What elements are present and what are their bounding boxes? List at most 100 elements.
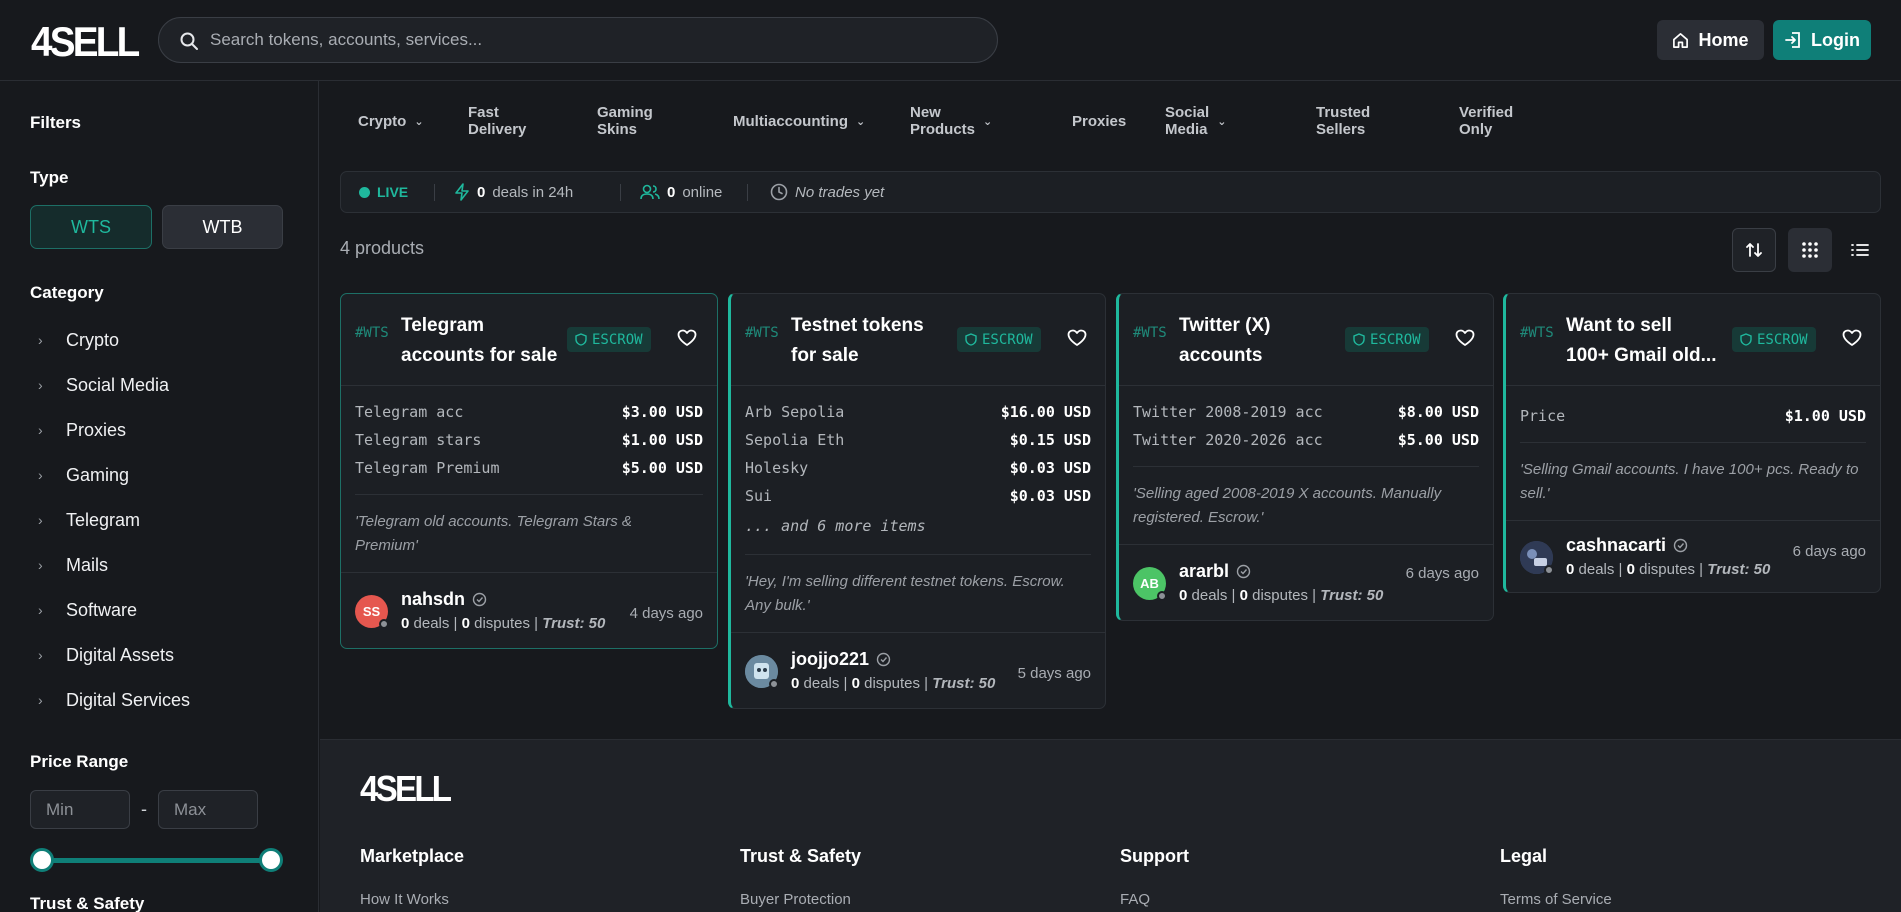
post-time: 6 days ago bbox=[1792, 543, 1866, 560]
card-title[interactable]: Want to sell 100+ Gmail old... bbox=[1566, 311, 1726, 371]
tab-label: Fast Delivery bbox=[468, 104, 527, 138]
search-bar[interactable] bbox=[158, 17, 998, 63]
divider bbox=[620, 184, 621, 201]
seller-name[interactable]: joojjo221 bbox=[791, 649, 891, 670]
tab-proxies[interactable]: Proxies bbox=[1072, 101, 1126, 141]
disputes-count: 0 bbox=[1239, 587, 1248, 604]
description-line: 'Telegram old accounts. Telegram Stars & bbox=[355, 513, 632, 530]
card-description: 'Selling aged 2008-2019 X accounts. Manu… bbox=[1133, 466, 1479, 530]
product-card[interactable]: #WTS Testnet tokens for sale ESCROW Arb S… bbox=[728, 293, 1106, 709]
item-row: Telegram acc $3.00 USD bbox=[355, 398, 703, 426]
price-max-input[interactable]: Max bbox=[158, 790, 258, 829]
card-description: 'Telegram old accounts. Telegram Stars &… bbox=[355, 494, 703, 558]
heart-icon[interactable] bbox=[677, 329, 697, 347]
more-items-link[interactable]: ... and 6 more items bbox=[745, 510, 1091, 542]
post-time: 4 days ago bbox=[629, 605, 703, 622]
product-card[interactable]: #WTS Telegram accounts for sale ESCROW Te… bbox=[340, 293, 718, 649]
filters-title: Filters bbox=[30, 113, 82, 132]
footer-link-how-it-works[interactable]: How It Works bbox=[360, 891, 449, 908]
tab-label: Proxies bbox=[1072, 112, 1127, 130]
tab-trusted-sellers[interactable]: Trusted Sellers bbox=[1316, 101, 1370, 141]
tab-crypto[interactable]: Crypto ⌄ bbox=[358, 101, 424, 141]
price-slider-track[interactable] bbox=[42, 858, 272, 863]
footer-link-buyer-protection[interactable]: Buyer Protection bbox=[740, 891, 851, 908]
list-view-button[interactable] bbox=[1838, 228, 1882, 272]
category-item-proxies[interactable]: › Proxies bbox=[38, 415, 126, 445]
avatar-initials: SS bbox=[362, 604, 381, 619]
chevron-down-icon: ⌄ bbox=[856, 115, 866, 128]
card-title[interactable]: Telegram accounts for sale bbox=[401, 311, 561, 371]
tab-label: New Products bbox=[910, 104, 976, 138]
item-price: $1.00 USD bbox=[1784, 407, 1866, 425]
seller-name[interactable]: nahsdn bbox=[401, 589, 487, 610]
avatar[interactable] bbox=[1520, 541, 1554, 575]
category-item-software[interactable]: › Software bbox=[38, 595, 137, 625]
item-name: Price bbox=[1520, 407, 1566, 425]
category-item-mails[interactable]: › Mails bbox=[38, 550, 108, 580]
trust-safety-title: Trust & Safety bbox=[30, 894, 145, 912]
card-title-line: Twitter (X) bbox=[1179, 315, 1271, 336]
category-label: Crypto bbox=[66, 329, 120, 350]
category-item-gaming[interactable]: › Gaming bbox=[38, 460, 129, 490]
avatar[interactable] bbox=[745, 655, 779, 689]
status-dot-icon bbox=[769, 679, 779, 689]
category-item-crypto[interactable]: › Crypto bbox=[38, 325, 119, 355]
card-title[interactable]: Twitter (X) accounts bbox=[1179, 311, 1339, 371]
heart-icon[interactable] bbox=[1842, 329, 1862, 347]
type-wts-button[interactable]: WTS bbox=[30, 205, 152, 249]
tab-fast-delivery[interactable]: Fast Delivery bbox=[468, 101, 526, 141]
tab-gaming-skins[interactable]: Gaming Skins bbox=[597, 101, 653, 141]
tab-new-products[interactable]: New Products ⌄ bbox=[910, 101, 992, 141]
heart-icon[interactable] bbox=[1067, 329, 1087, 347]
card-items: Arb Sepolia $16.00 USD Sepolia Eth $0.15 U… bbox=[731, 386, 1105, 542]
category-item-telegram[interactable]: › Telegram bbox=[38, 505, 140, 535]
type-wtb-button[interactable]: WTB bbox=[162, 205, 283, 249]
online-count: 0 bbox=[667, 183, 676, 201]
card-tag: #WTS bbox=[1133, 325, 1167, 341]
grid-view-button[interactable] bbox=[1788, 228, 1832, 272]
clock-icon bbox=[770, 183, 788, 201]
category-item-social-media[interactable]: › Social Media bbox=[38, 370, 169, 400]
tab-label: Social Media bbox=[1165, 104, 1210, 138]
heart-icon[interactable] bbox=[1455, 329, 1475, 347]
login-button[interactable]: Login bbox=[1773, 20, 1871, 60]
trust-score: Trust: 50 bbox=[932, 675, 996, 692]
seller-name[interactable]: ararbl bbox=[1179, 561, 1251, 582]
sort-button[interactable] bbox=[1732, 228, 1776, 272]
category-item-digital-services[interactable]: › Digital Services bbox=[38, 685, 190, 715]
footer-logo[interactable]: 4SELL bbox=[360, 768, 452, 810]
post-time: 6 days ago bbox=[1405, 565, 1479, 582]
tab-verified-only[interactable]: Verified Only bbox=[1459, 101, 1513, 141]
chevron-right-icon: › bbox=[38, 332, 43, 348]
product-card[interactable]: #WTS Twitter (X) accounts ESCROW Twitter … bbox=[1116, 293, 1494, 621]
search-input[interactable] bbox=[210, 18, 970, 62]
card-title[interactable]: Testnet tokens for sale bbox=[791, 311, 951, 371]
description-line: Premium' bbox=[355, 537, 418, 554]
tab-multiaccounting[interactable]: Multiaccounting ⌄ bbox=[733, 101, 865, 141]
verified-check-icon bbox=[1236, 564, 1251, 579]
price-slider-max-handle[interactable] bbox=[259, 848, 283, 872]
price-slider-min-handle[interactable] bbox=[30, 848, 54, 872]
price-min-input[interactable]: Min bbox=[30, 790, 130, 829]
tab-social-media[interactable]: Social Media ⌄ bbox=[1165, 101, 1226, 141]
seller-name[interactable]: cashnacarti bbox=[1566, 535, 1688, 556]
avatar[interactable]: SS bbox=[355, 595, 389, 629]
live-indicator: LIVE bbox=[359, 172, 408, 212]
deals-count: 0 bbox=[401, 615, 410, 632]
footer-link-terms[interactable]: Terms of Service bbox=[1500, 891, 1612, 908]
item-name: Twitter 2008-2019 acc bbox=[1133, 403, 1323, 421]
deals-count: 0 bbox=[477, 183, 486, 201]
item-name: Sepolia Eth bbox=[745, 431, 845, 449]
shield-icon bbox=[965, 333, 977, 346]
item-price: $5.00 USD bbox=[621, 459, 703, 477]
footer-link-faq[interactable]: FAQ bbox=[1120, 891, 1150, 908]
avatar[interactable]: AB bbox=[1133, 567, 1167, 601]
chevron-right-icon: › bbox=[38, 422, 43, 438]
home-button[interactable]: Home bbox=[1657, 20, 1764, 60]
site-logo[interactable]: 4SELL bbox=[31, 18, 140, 66]
seller-info: SS nahsdn 0 deals | 0 disputes | Trust: … bbox=[341, 572, 717, 648]
product-card[interactable]: #WTS Want to sell 100+ Gmail old... ESCRO… bbox=[1503, 293, 1881, 593]
deals-stat: 0 deals in 24h bbox=[454, 172, 573, 212]
category-item-digital-assets[interactable]: › Digital Assets bbox=[38, 640, 174, 670]
item-name: Telegram stars bbox=[355, 431, 482, 449]
